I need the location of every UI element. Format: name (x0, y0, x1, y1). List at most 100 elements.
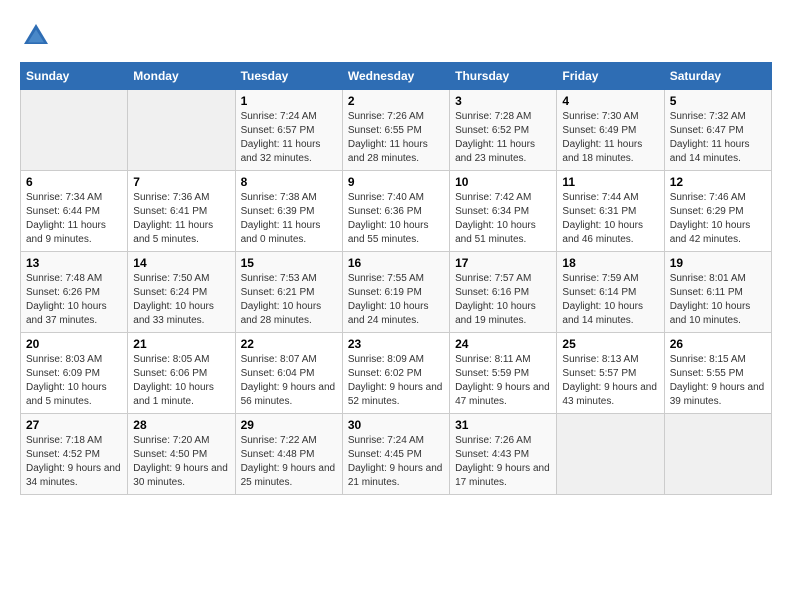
day-cell: 16 Sunrise: 7:55 AMSunset: 6:19 PMDayligh… (342, 252, 449, 333)
day-number: 26 (670, 337, 766, 351)
header-day-thursday: Thursday (450, 63, 557, 90)
day-info: Sunrise: 7:55 AMSunset: 6:19 PMDaylight:… (348, 272, 444, 328)
day-cell: 6 Sunrise: 7:34 AMSunset: 6:44 PMDaylight… (21, 171, 128, 252)
day-info: Sunrise: 7:44 AMSunset: 6:31 PMDaylight:… (562, 191, 658, 247)
day-cell: 31 Sunrise: 7:26 AMSunset: 4:43 PMDayligh… (450, 414, 557, 495)
day-info: Sunrise: 7:46 AMSunset: 6:29 PMDaylight:… (670, 191, 766, 247)
header-day-tuesday: Tuesday (235, 63, 342, 90)
day-number: 2 (348, 94, 444, 108)
day-cell: 8 Sunrise: 7:38 AMSunset: 6:39 PMDaylight… (235, 171, 342, 252)
day-number: 21 (133, 337, 229, 351)
day-info: Sunrise: 8:13 AMSunset: 5:57 PMDaylight:… (562, 353, 658, 409)
day-info: Sunrise: 8:15 AMSunset: 5:55 PMDaylight:… (670, 353, 766, 409)
day-number: 19 (670, 256, 766, 270)
calendar-table: SundayMondayTuesdayWednesdayThursdayFrid… (20, 62, 772, 495)
day-number: 6 (26, 175, 122, 189)
page-header (20, 20, 772, 52)
day-cell: 23 Sunrise: 8:09 AMSunset: 6:02 PMDayligh… (342, 333, 449, 414)
day-cell: 14Sunrise: 7:50 AMSunset: 6:24 PMDayligh… (128, 252, 235, 333)
week-row-1: 1Sunrise: 7:24 AMSunset: 6:57 PMDaylight… (21, 90, 772, 171)
day-number: 30 (348, 418, 444, 432)
day-info: Sunrise: 7:40 AMSunset: 6:36 PMDaylight:… (348, 191, 444, 247)
day-cell: 19 Sunrise: 8:01 AMSunset: 6:11 PMDayligh… (664, 252, 771, 333)
day-info: Sunrise: 7:59 AMSunset: 6:14 PMDaylight:… (562, 272, 658, 328)
day-number: 18 (562, 256, 658, 270)
day-cell: 2 Sunrise: 7:26 AMSunset: 6:55 PMDaylight… (342, 90, 449, 171)
day-info: Sunrise: 7:48 AMSunset: 6:26 PMDaylight:… (26, 272, 122, 328)
day-info: Sunrise: 7:38 AMSunset: 6:39 PMDaylight:… (241, 191, 337, 247)
day-number: 28 (133, 418, 229, 432)
day-info: Sunrise: 7:57 AMSunset: 6:16 PMDaylight:… (455, 272, 551, 328)
day-cell (128, 90, 235, 171)
day-cell: 30 Sunrise: 7:24 AMSunset: 4:45 PMDayligh… (342, 414, 449, 495)
day-cell (664, 414, 771, 495)
day-number: 25 (562, 337, 658, 351)
header-day-sunday: Sunday (21, 63, 128, 90)
day-cell: 7 Sunrise: 7:36 AMSunset: 6:41 PMDaylight… (128, 171, 235, 252)
day-cell: 24Sunrise: 8:11 AMSunset: 5:59 PMDayligh… (450, 333, 557, 414)
day-number: 7 (133, 175, 229, 189)
day-cell: 25 Sunrise: 8:13 AMSunset: 5:57 PMDayligh… (557, 333, 664, 414)
day-number: 23 (348, 337, 444, 351)
week-row-5: 27 Sunrise: 7:18 AMSunset: 4:52 PMDayligh… (21, 414, 772, 495)
day-info: Sunrise: 7:53 AMSunset: 6:21 PMDaylight:… (241, 272, 337, 328)
day-number: 27 (26, 418, 122, 432)
day-cell: 29 Sunrise: 7:22 AMSunset: 4:48 PMDayligh… (235, 414, 342, 495)
day-cell: 11 Sunrise: 7:44 AMSunset: 6:31 PMDayligh… (557, 171, 664, 252)
day-number: 5 (670, 94, 766, 108)
day-cell: 1Sunrise: 7:24 AMSunset: 6:57 PMDaylight… (235, 90, 342, 171)
logo-icon (20, 20, 52, 52)
day-cell (557, 414, 664, 495)
day-info: Sunrise: 8:01 AMSunset: 6:11 PMDaylight:… (670, 272, 766, 328)
day-number: 8 (241, 175, 337, 189)
day-number: 3 (455, 94, 551, 108)
header-day-friday: Friday (557, 63, 664, 90)
day-cell: 21 Sunrise: 8:05 AMSunset: 6:06 PMDayligh… (128, 333, 235, 414)
day-cell: 4 Sunrise: 7:30 AMSunset: 6:49 PMDaylight… (557, 90, 664, 171)
day-number: 9 (348, 175, 444, 189)
day-cell: 10 Sunrise: 7:42 AMSunset: 6:34 PMDayligh… (450, 171, 557, 252)
day-number: 16 (348, 256, 444, 270)
day-number: 31 (455, 418, 551, 432)
day-info: Sunrise: 7:34 AMSunset: 6:44 PMDaylight:… (26, 191, 122, 247)
day-info: Sunrise: 7:32 AMSunset: 6:47 PMDaylight:… (670, 110, 766, 166)
day-cell: 17 Sunrise: 7:57 AMSunset: 6:16 PMDayligh… (450, 252, 557, 333)
day-info: Sunrise: 7:22 AMSunset: 4:48 PMDaylight:… (241, 434, 337, 490)
day-cell: 22Sunrise: 8:07 AMSunset: 6:04 PMDayligh… (235, 333, 342, 414)
day-number: 10 (455, 175, 551, 189)
day-info: Sunrise: 8:11 AMSunset: 5:59 PMDaylight:… (455, 353, 551, 409)
day-cell: 13Sunrise: 7:48 AMSunset: 6:26 PMDayligh… (21, 252, 128, 333)
day-number: 15 (241, 256, 337, 270)
day-number: 12 (670, 175, 766, 189)
header-day-wednesday: Wednesday (342, 63, 449, 90)
day-info: Sunrise: 7:42 AMSunset: 6:34 PMDaylight:… (455, 191, 551, 247)
logo (20, 20, 56, 52)
day-info: Sunrise: 7:26 AMSunset: 4:43 PMDaylight:… (455, 434, 551, 490)
day-info: Sunrise: 7:24 AMSunset: 6:57 PMDaylight:… (241, 110, 337, 166)
week-row-3: 13Sunrise: 7:48 AMSunset: 6:26 PMDayligh… (21, 252, 772, 333)
day-info: Sunrise: 7:28 AMSunset: 6:52 PMDaylight:… (455, 110, 551, 166)
day-cell: 28Sunrise: 7:20 AMSunset: 4:50 PMDayligh… (128, 414, 235, 495)
day-number: 14 (133, 256, 229, 270)
calendar-header-row: SundayMondayTuesdayWednesdayThursdayFrid… (21, 63, 772, 90)
day-info: Sunrise: 8:05 AMSunset: 6:06 PMDaylight:… (133, 353, 229, 409)
day-info: Sunrise: 8:09 AMSunset: 6:02 PMDaylight:… (348, 353, 444, 409)
day-info: Sunrise: 7:24 AMSunset: 4:45 PMDaylight:… (348, 434, 444, 490)
day-cell: 18 Sunrise: 7:59 AMSunset: 6:14 PMDayligh… (557, 252, 664, 333)
day-cell: 5 Sunrise: 7:32 AMSunset: 6:47 PMDaylight… (664, 90, 771, 171)
day-number: 20 (26, 337, 122, 351)
week-row-4: 20Sunrise: 8:03 AMSunset: 6:09 PMDayligh… (21, 333, 772, 414)
day-number: 11 (562, 175, 658, 189)
week-row-2: 6 Sunrise: 7:34 AMSunset: 6:44 PMDaylight… (21, 171, 772, 252)
day-info: Sunrise: 7:18 AMSunset: 4:52 PMDaylight:… (26, 434, 122, 490)
day-cell: 9 Sunrise: 7:40 AMSunset: 6:36 PMDaylight… (342, 171, 449, 252)
day-cell (21, 90, 128, 171)
day-number: 29 (241, 418, 337, 432)
day-info: Sunrise: 7:26 AMSunset: 6:55 PMDaylight:… (348, 110, 444, 166)
day-number: 17 (455, 256, 551, 270)
day-info: Sunrise: 7:36 AMSunset: 6:41 PMDaylight:… (133, 191, 229, 247)
day-cell: 27 Sunrise: 7:18 AMSunset: 4:52 PMDayligh… (21, 414, 128, 495)
day-number: 4 (562, 94, 658, 108)
day-cell: 15 Sunrise: 7:53 AMSunset: 6:21 PMDayligh… (235, 252, 342, 333)
day-info: Sunrise: 7:30 AMSunset: 6:49 PMDaylight:… (562, 110, 658, 166)
